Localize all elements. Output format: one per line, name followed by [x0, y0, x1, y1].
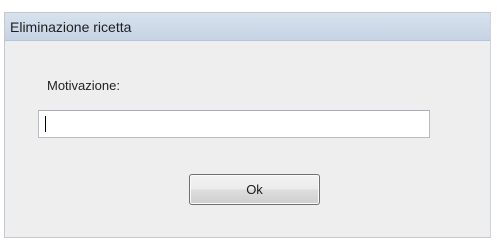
- motivazione-label: Motivazione:: [47, 78, 120, 93]
- dialog-title: Eliminazione ricetta: [10, 19, 132, 35]
- ok-button[interactable]: Ok: [189, 174, 320, 205]
- title-bar[interactable]: Eliminazione ricetta: [5, 13, 490, 41]
- motivazione-input[interactable]: [38, 110, 430, 138]
- text-caret: [45, 116, 46, 132]
